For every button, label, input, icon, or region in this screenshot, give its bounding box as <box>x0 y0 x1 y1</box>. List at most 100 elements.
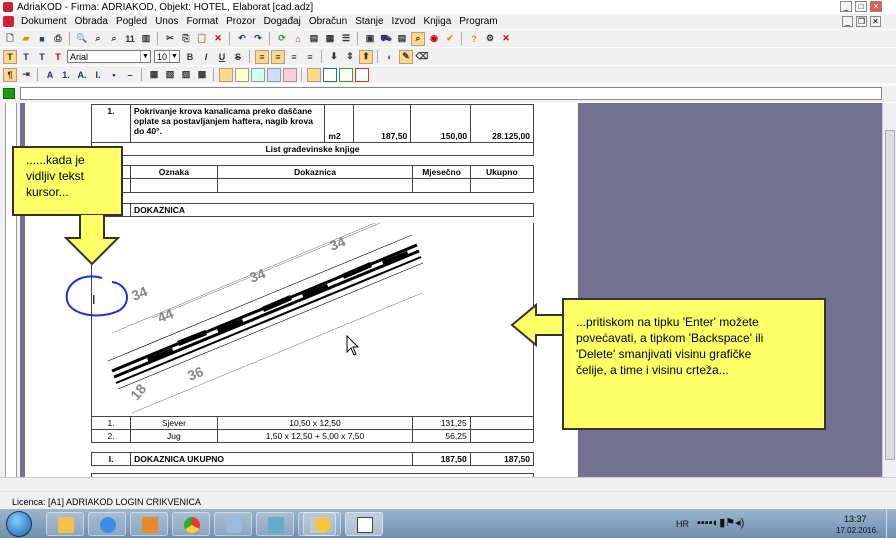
taskbar-explorer[interactable] <box>46 512 84 536</box>
taskbar-app[interactable] <box>256 512 294 536</box>
justify-icon[interactable]: ≡ <box>303 50 317 64</box>
doc-minimize-button[interactable]: _ <box>842 16 853 27</box>
menu-obracun[interactable]: Obračun <box>305 16 351 27</box>
font-select[interactable]: Arial ▼ <box>67 50 151 63</box>
replace-icon[interactable]: ⌕ <box>107 32 121 46</box>
valign-top-icon[interactable]: ⬆ <box>359 49 373 64</box>
calculator-icon[interactable]: ▤ <box>395 32 409 46</box>
menu-unos[interactable]: Unos <box>151 16 182 27</box>
home-icon[interactable]: ⌂ <box>291 32 305 46</box>
minimize-button[interactable]: _ <box>840 1 852 12</box>
numbering-roman-icon[interactable]: I. <box>91 68 105 82</box>
print-preview-icon[interactable]: 🔍 <box>75 32 89 46</box>
text-style-t1-icon[interactable]: T <box>3 49 17 64</box>
redo-icon[interactable]: ↷ <box>251 32 265 46</box>
close-button[interactable]: ✕ <box>870 1 882 12</box>
menu-pogled[interactable]: Pogled <box>112 16 151 27</box>
taskbar-media[interactable] <box>130 512 168 536</box>
font-size-select[interactable]: 10 ▼ <box>154 50 180 63</box>
settings-icon[interactable]: ⚙ <box>483 32 497 46</box>
bold-button[interactable]: B <box>183 50 197 64</box>
columns-icon[interactable]: ▥ <box>139 32 153 46</box>
paragraph-icon[interactable]: ¶ <box>3 67 17 82</box>
text-style-t3-icon[interactable]: T <box>35 50 49 64</box>
clock-time[interactable]: 13:37 <box>844 514 867 524</box>
horizontal-scrollbar[interactable] <box>0 477 896 491</box>
indent-icon[interactable]: ⇥ <box>19 68 33 82</box>
paste-icon[interactable]: 📋 <box>195 32 209 46</box>
menu-program[interactable]: Program <box>455 16 501 27</box>
align-left-icon[interactable]: ≡ <box>255 49 269 64</box>
delete-icon[interactable]: ✕ <box>211 32 225 46</box>
border-style-4-icon[interactable] <box>355 67 369 82</box>
taskbar-chrome[interactable] <box>172 512 210 536</box>
underline-button[interactable]: U <box>215 50 229 64</box>
maximize-button[interactable]: □ <box>855 1 867 12</box>
insert-chart-icon[interactable]: ▨ <box>179 68 193 82</box>
insert-image-icon[interactable]: ▧ <box>163 68 177 82</box>
formula-input[interactable] <box>20 87 882 100</box>
taskbar-compass[interactable] <box>303 512 341 536</box>
taskbar-ie[interactable] <box>88 512 126 536</box>
numbering-1-icon[interactable]: 1. <box>59 68 73 82</box>
numbering-a-icon[interactable]: A. <box>75 68 89 82</box>
insert-table-icon[interactable]: ▦ <box>147 68 161 82</box>
text-style-t2-icon[interactable]: T <box>19 50 33 64</box>
doc-close-button[interactable]: ✕ <box>870 16 881 27</box>
valign-bottom-icon[interactable]: ⬇ <box>327 50 341 64</box>
menu-dogadaj[interactable]: Događaj <box>260 16 305 27</box>
save-icon[interactable]: ■ <box>35 32 49 46</box>
vertical-scrollbar[interactable] <box>882 103 896 491</box>
cut-icon[interactable]: ✂ <box>163 32 177 46</box>
bullet-icon[interactable]: • <box>107 68 121 82</box>
heading-a-icon[interactable]: A <box>43 68 57 82</box>
doc-restore-button[interactable]: ❐ <box>856 16 867 27</box>
clock-date[interactable]: 17.02.2016. <box>836 526 878 535</box>
show-desktop-button[interactable] <box>886 509 896 538</box>
pencil-icon[interactable]: ✎ <box>399 49 413 64</box>
car-icon[interactable]: ⛟ <box>379 32 393 46</box>
cell-style-3-icon[interactable] <box>251 67 265 82</box>
help-icon[interactable]: ? <box>467 32 481 46</box>
menu-stanje[interactable]: Stanje <box>351 16 387 27</box>
open-folder-icon[interactable]: ▰ <box>19 32 33 46</box>
language-indicator[interactable]: HR <box>676 519 689 529</box>
find-icon[interactable]: ⌕ <box>91 32 105 46</box>
align-center-icon[interactable]: ≡ <box>271 49 285 64</box>
sheet-icon[interactable]: ▤ <box>307 32 321 46</box>
border-style-2-icon[interactable] <box>323 67 337 82</box>
zoom-icon[interactable]: ⌕ <box>411 31 425 46</box>
align-right-icon[interactable]: ≡ <box>287 50 301 64</box>
insert-object-icon[interactable]: ▩ <box>195 68 209 82</box>
target-icon[interactable]: ◉ <box>427 32 441 46</box>
menu-izvod[interactable]: Izvod <box>388 16 420 27</box>
taskbar-adriakod[interactable] <box>345 512 383 536</box>
cell-style-5-icon[interactable] <box>283 67 297 82</box>
table-icon[interactable]: ▦ <box>323 32 337 46</box>
check-icon[interactable]: ✔ <box>443 32 457 46</box>
italic-button[interactable]: I <box>199 50 213 64</box>
border-style-3-icon[interactable] <box>339 67 353 82</box>
list-icon[interactable]: ☰ <box>339 32 353 46</box>
undo-icon[interactable]: ↶ <box>235 32 249 46</box>
menu-knjiga[interactable]: Knjiga <box>419 16 455 27</box>
tray-icons[interactable]: ▪▪▪▪◐▮⚑◂) <box>697 516 744 529</box>
taskbar-paint[interactable] <box>214 512 252 536</box>
drawing-cell[interactable]: 34 34 34 44 36 18 <box>91 217 534 416</box>
menu-obrada[interactable]: Obrada <box>71 16 112 27</box>
fill-color-icon[interactable]: ◐ <box>383 50 397 64</box>
dash-icon[interactable]: – <box>123 68 137 82</box>
new-document-icon[interactable]: 🗋 <box>3 32 17 46</box>
menu-prozor[interactable]: Prozor <box>222 16 259 27</box>
scrollbar-thumb[interactable] <box>885 130 895 460</box>
valign-middle-icon[interactable]: ⇕ <box>343 50 357 64</box>
cell-style-4-icon[interactable] <box>267 67 281 82</box>
border-style-1-icon[interactable] <box>307 67 321 82</box>
cell-style-2-icon[interactable] <box>235 67 249 82</box>
eraser-icon[interactable]: ⌫ <box>415 50 429 64</box>
print-icon[interactable]: ⎙ <box>51 32 65 46</box>
cell-style-1-icon[interactable] <box>219 67 233 82</box>
start-button[interactable] <box>6 511 32 537</box>
window-icon[interactable]: ▣ <box>363 32 377 46</box>
menu-format[interactable]: Format <box>182 16 222 27</box>
